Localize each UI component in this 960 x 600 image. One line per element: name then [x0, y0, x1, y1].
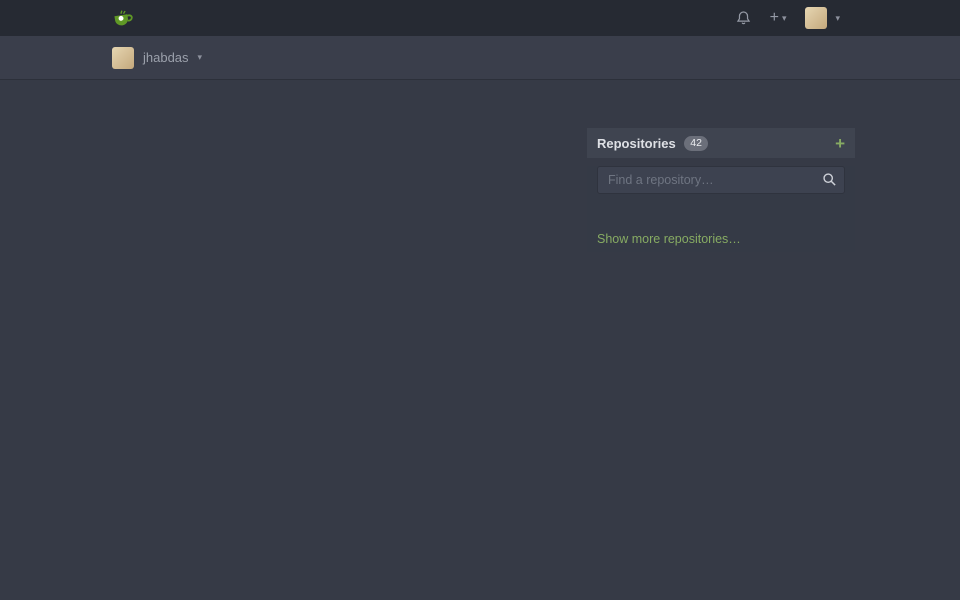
- repo-panel: Repositories 42 + Show mor: [587, 88, 855, 252]
- chevron-down-icon: ▾: [835, 13, 840, 24]
- context-bar: jhabdas ▾: [0, 36, 960, 80]
- context-user-switcher[interactable]: jhabdas ▾: [112, 47, 202, 69]
- repositories-card: Repositories 42 + Show mor: [587, 128, 855, 252]
- create-new-button[interactable]: + ▾: [770, 9, 787, 27]
- repo-search: [597, 166, 845, 194]
- navbar-right: + ▾ ▾: [736, 7, 840, 29]
- show-more-repositories-link[interactable]: Show more repositories…: [597, 232, 741, 246]
- user-menu[interactable]: ▾: [805, 7, 840, 29]
- repo-search-input[interactable]: [597, 166, 845, 194]
- repositories-header: Repositories 42 +: [587, 128, 855, 158]
- context-username: jhabdas: [143, 50, 189, 65]
- repositories-count-badge: 42: [684, 136, 709, 151]
- add-repository-button[interactable]: +: [835, 135, 845, 152]
- repo-filter-tabs: [587, 202, 855, 226]
- panel-tabs: [587, 88, 855, 119]
- repositories-title: Repositories: [597, 136, 676, 151]
- chevron-down-icon: ▾: [198, 52, 203, 63]
- avatar: [805, 7, 827, 29]
- notifications-bell-icon[interactable]: [736, 10, 751, 26]
- top-navbar: + ▾ ▾: [0, 0, 960, 36]
- gitea-logo[interactable]: [112, 8, 134, 29]
- avatar: [112, 47, 134, 69]
- plus-icon: +: [770, 9, 779, 27]
- chevron-down-icon: ▾: [782, 13, 787, 24]
- search-icon: [822, 172, 837, 192]
- main-content: Repositories 42 + Show mor: [0, 80, 960, 599]
- repositories-body: Show more repositories…: [587, 166, 855, 252]
- show-more-row: Show more repositories…: [587, 226, 855, 252]
